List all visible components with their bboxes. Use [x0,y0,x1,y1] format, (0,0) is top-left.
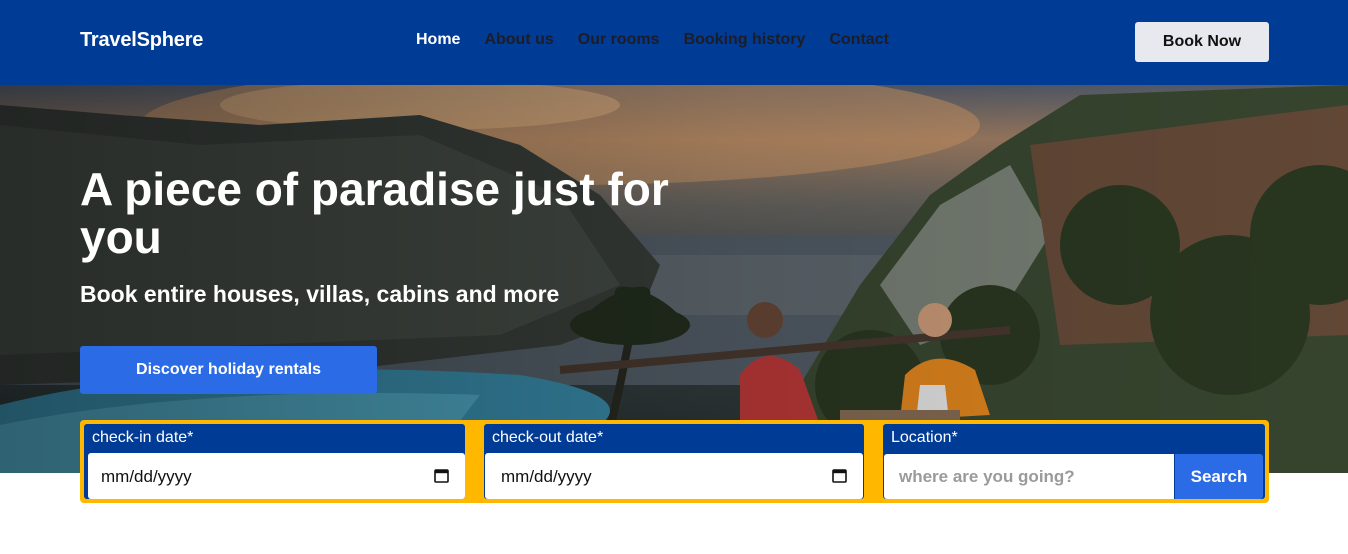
brand-logo[interactable]: TravelSphere [80,29,203,52]
search-button[interactable]: Search [1175,454,1263,499]
hero-overlay [0,85,1348,473]
hero-subtitle: Book entire houses, villas, cabins and m… [80,281,560,307]
hero-title: A piece of paradise just for you [80,163,669,263]
nav-link-about-us[interactable]: About us [484,31,553,49]
checkout-date-input[interactable]: mm/dd/yyyy [485,453,863,499]
nav-link-home[interactable]: Home [416,31,460,49]
checkin-field: check-in date* mm/dd/yyyy [84,424,465,499]
checkin-date-value: mm/dd/yyyy [101,467,192,486]
nav-link-our-rooms[interactable]: Our rooms [578,31,660,49]
top-navbar: TravelSphere Home About us Our rooms Boo… [0,0,1348,85]
checkout-date-value: mm/dd/yyyy [501,467,592,486]
checkout-field: check-out date* mm/dd/yyyy [484,424,864,499]
book-now-button[interactable]: Book Now [1135,22,1269,62]
calendar-icon[interactable] [434,468,449,483]
nav-link-contact[interactable]: Contact [829,31,889,49]
checkout-label: check-out date* [492,429,604,446]
hero-section: A piece of paradise just for you Book en… [0,85,1348,473]
location-field: Location* Search [883,424,1265,499]
checkin-label: check-in date* [92,429,194,446]
calendar-icon[interactable] [832,468,847,483]
location-label: Location* [891,429,958,446]
location-input[interactable] [884,454,1174,499]
main-nav: Home About us Our rooms Booking history … [416,31,913,49]
discover-holiday-rentals-button[interactable]: Discover holiday rentals [80,346,377,394]
nav-link-booking-history[interactable]: Booking history [684,31,806,49]
checkin-date-input[interactable]: mm/dd/yyyy [88,453,465,499]
search-bar: check-in date* mm/dd/yyyy check-out date… [80,420,1269,503]
